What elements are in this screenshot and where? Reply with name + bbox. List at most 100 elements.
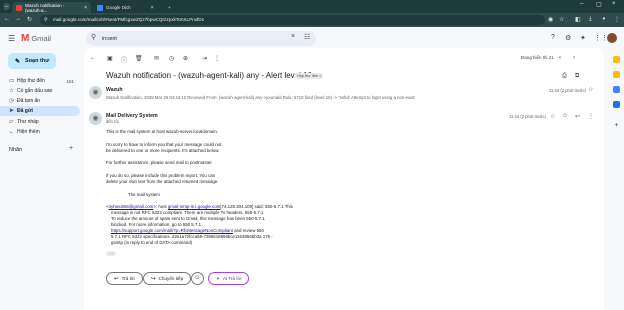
compose-button[interactable]: ✎ Soạn thư — [8, 53, 56, 69]
new-tab-button[interactable]: + — [166, 2, 176, 13]
search-icon[interactable]: ⚲ — [91, 33, 96, 41]
search-input[interactable] — [102, 34, 287, 43]
send-icon: ➤ — [9, 108, 14, 114]
ai-reply-button[interactable]: ✦ AI Trả lời — [208, 272, 250, 285]
sidebar-item-label: Hộp thư đến — [17, 78, 45, 84]
emoji-button[interactable]: ☺ — [191, 272, 204, 285]
show-trimmed-content-button[interactable]: … — [106, 250, 116, 256]
apps-grid-icon[interactable]: ⋮⋮ — [594, 34, 608, 42]
forward-icon[interactable]: → — [15, 16, 21, 22]
labels-heading: Nhãn — [9, 147, 23, 153]
unread-count: 151 — [66, 78, 74, 84]
reply-button[interactable]: ↩ Trả lời — [106, 272, 143, 285]
reply-label: Trả lời — [121, 276, 135, 281]
sidebar-item-starred[interactable]: ☆ Có gắn dấu sao — [0, 86, 80, 96]
profile-icon[interactable]: ◕ — [602, 16, 606, 22]
older-icon[interactable]: › — [573, 55, 575, 61]
close-icon[interactable]: × — [84, 5, 87, 11]
snooze-icon[interactable]: ◷ — [169, 55, 174, 62]
support-link[interactable]: https://support.google.com/mail/?p=RfcMe… — [111, 228, 233, 233]
sidebar-item-inbox[interactable]: ▭ Hộp thư đến 151 — [0, 76, 80, 86]
newer-icon[interactable]: ‹ — [559, 55, 561, 61]
translate-favicon-icon — [97, 4, 103, 11]
keep-icon[interactable] — [613, 71, 620, 78]
back-to-list-icon[interactable]: ← — [90, 55, 96, 61]
calendar-icon[interactable] — [613, 56, 620, 63]
account-avatar[interactable] — [607, 33, 617, 43]
archive-icon[interactable]: ▣ — [107, 55, 113, 62]
forward-button[interactable]: ↪ Chuyển tiếp — [143, 272, 192, 285]
sidebar-item-label: Đã gửi — [17, 108, 33, 114]
reply-icon[interactable]: ↩ — [575, 113, 580, 120]
print-icon[interactable]: ⎙ — [562, 73, 567, 80]
message-snippet[interactable]: Wazuh Notification. 2025 Mar 26 04:44:12… — [106, 95, 526, 100]
host-link[interactable]: gmail-smtp-in.l.google.com — [168, 204, 220, 209]
ai-reply-label: AI Trả lời — [222, 276, 242, 281]
close-icon[interactable]: × — [151, 5, 154, 11]
chrome-menu-icon[interactable]: ⋮ — [614, 16, 620, 23]
bounce-intro: This is the mail system at host wazuh-se… — [106, 129, 219, 134]
contacts-icon[interactable] — [613, 101, 620, 108]
clock-icon: ◷ — [9, 98, 14, 104]
chevron-down-icon: ⌄ — [9, 129, 14, 135]
sidebar-item-label: Có gắn dấu sao — [17, 88, 53, 94]
star-toggle-icon[interactable]: ☆ — [550, 113, 555, 120]
back-icon[interactable]: ← — [4, 16, 10, 22]
tasks-icon[interactable] — [613, 86, 620, 93]
forward-label: Chuyển tiếp — [158, 276, 184, 281]
sender-name[interactable]: Wazuh — [106, 87, 123, 93]
settings-gear-icon[interactable]: ⚙ — [565, 34, 571, 42]
sidebar-item-more[interactable]: ⌄ Hiện thêm — [0, 127, 80, 137]
support-icon[interactable]: ? — [551, 34, 555, 41]
tab-title: Wazuh notification - (wazuh-a... — [25, 2, 65, 13]
add-task-icon[interactable]: ⊕ — [183, 55, 188, 62]
recipient-details[interactable]: đến tôi — [106, 119, 119, 124]
reload-icon[interactable]: ↻ — [27, 16, 32, 23]
tab-title: Google Dịch — [106, 5, 131, 10]
sidebar-item-drafts[interactable]: ▱ Thư nháp — [0, 117, 80, 127]
add-label-icon[interactable]: + — [69, 145, 73, 152]
search-options-icon[interactable]: ☷ — [304, 33, 310, 41]
download-icon[interactable]: ⤓ — [589, 16, 592, 23]
browser-tab-translate[interactable]: Google Dịch × — [93, 2, 165, 13]
gmail-logo-text: Gmail — [31, 34, 51, 43]
url-input[interactable]: ⚲ mail.google.com/mail/u/0/#sent/FMfcgxw… — [40, 15, 545, 25]
cast-icon[interactable]: ◉ — [548, 16, 553, 23]
report-spam-icon[interactable]: ⓘ — [121, 55, 127, 64]
sidebar-item-label: Đã tạm ẩn — [17, 98, 41, 104]
pencil-icon: ✎ — [15, 58, 21, 65]
extensions-icon[interactable]: ◧ — [575, 16, 581, 23]
window-close-icon[interactable]: × — [612, 1, 616, 7]
gmail-logo[interactable]: M Gmail — [21, 33, 51, 44]
maximize-icon[interactable]: ▢ — [596, 1, 602, 8]
star-toggle-icon[interactable]: ☆ — [588, 86, 593, 93]
clear-search-icon[interactable]: × — [291, 33, 295, 40]
host-prefix: : host — [155, 204, 168, 209]
host-suffix: [74.125.204.100] said: 550-5.7.1 This — [220, 204, 293, 209]
main-menu-icon[interactable]: ☰ — [8, 34, 15, 43]
delete-icon[interactable]: 🗑︎ — [135, 55, 143, 62]
add-addon-icon[interactable]: + — [613, 122, 620, 129]
more-options-icon[interactable]: ⋮ — [214, 55, 220, 62]
inbox-label-chip[interactable]: Hộp thư đến × — [295, 73, 324, 79]
bookmark-star-icon[interactable]: ☆ — [559, 16, 564, 23]
bounce-report-2: delete your own text from the attached r… — [106, 179, 219, 184]
move-to-icon[interactable]: ⇥ — [202, 55, 207, 62]
compose-label: Soạn thư — [25, 58, 50, 64]
tab-search-icon[interactable]: ⌄ — [3, 3, 10, 10]
minimize-icon[interactable]: – — [580, 1, 583, 7]
emoji-react-icon[interactable]: ☺ — [562, 113, 568, 119]
open-new-window-icon[interactable]: ⧉ — [575, 73, 579, 80]
browser-tab-bar: ⌄ Wazuh notification - (wazuh-a... × Goo… — [0, 0, 624, 13]
browser-tab-wazuh[interactable]: Wazuh notification - (wazuh-a... × — [12, 2, 91, 13]
message-more-icon[interactable]: ⋮ — [588, 113, 594, 120]
address-bar-row: ← → ↻ ⚲ mail.google.com/mail/u/0/#sent/F… — [0, 13, 624, 27]
mark-unread-icon[interactable]: ✉ — [154, 55, 159, 62]
gemini-icon[interactable]: ✦ — [580, 34, 586, 42]
sidebar-item-snoozed[interactable]: ◷ Đã tạm ẩn — [0, 96, 80, 106]
site-info-icon[interactable]: ⚲ — [44, 15, 48, 25]
sidebar-item-sent[interactable]: ➤ Đã gửi — [0, 106, 80, 116]
search-bar: ⚲ × ☷ — [86, 31, 316, 46]
recipient-link[interactable]: nyhieu556@gmail.com — [109, 204, 154, 209]
message-time: 11:44 (2 phút trước) — [549, 88, 587, 93]
